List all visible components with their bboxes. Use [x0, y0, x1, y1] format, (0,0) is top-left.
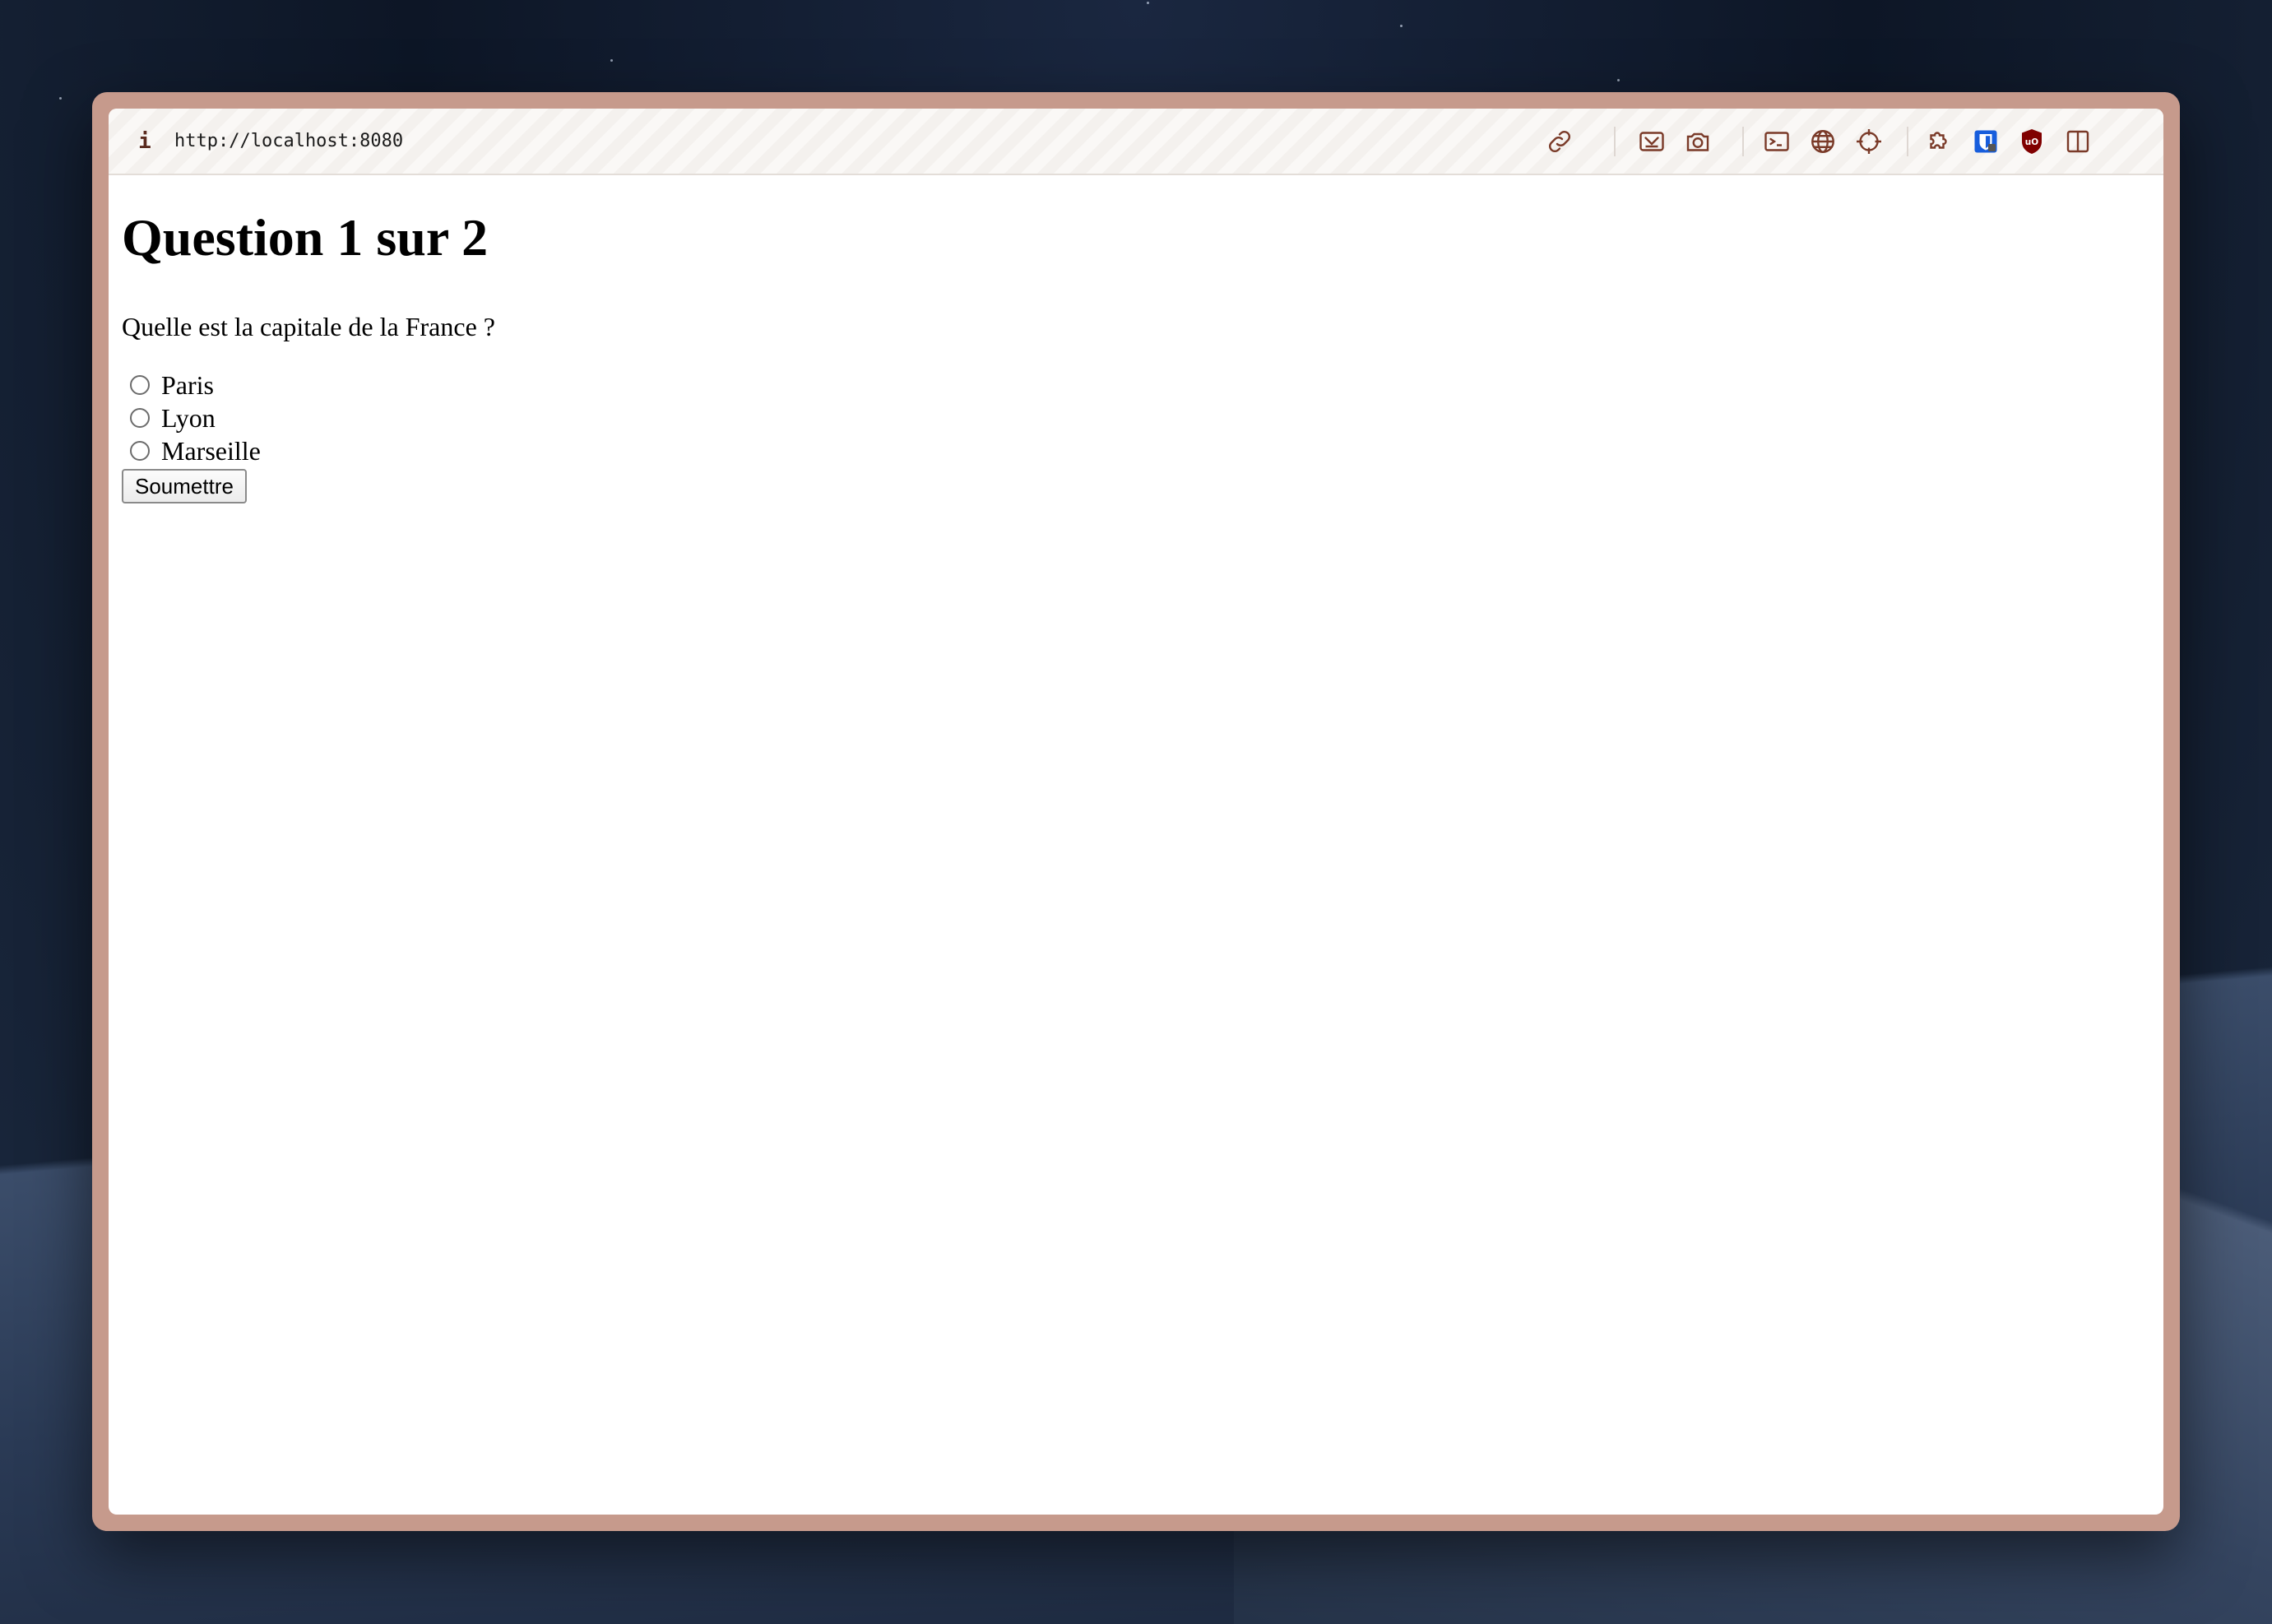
desktop-star — [1400, 25, 1403, 27]
answer-option-lyon[interactable]: Lyon — [122, 401, 261, 434]
page-content: Question 1 sur 2 Quelle est la capitale … — [122, 175, 2163, 1515]
answer-label: Marseille — [161, 435, 261, 466]
desktop-star — [1147, 2, 1149, 4]
answer-label: Paris — [161, 369, 214, 400]
link-icon[interactable] — [1545, 127, 1574, 156]
radio-button[interactable] — [130, 408, 150, 428]
address-bar[interactable]: http://localhost:8080 — [174, 125, 403, 158]
answer-label: Lyon — [161, 402, 216, 433]
browser-viewport: i http://localhost:8080 uO Question 1 su… — [109, 109, 2163, 1515]
globe-icon[interactable] — [1808, 127, 1838, 156]
browser-toolbar: i http://localhost:8080 uO — [109, 109, 2163, 175]
page-title: Question 1 sur 2 — [122, 208, 489, 267]
camera-icon[interactable] — [1683, 127, 1713, 156]
desktop-star — [610, 59, 613, 62]
answer-option-marseille[interactable]: Marseille — [122, 434, 261, 467]
terminal-icon[interactable] — [1762, 127, 1792, 156]
toolbar-divider — [1614, 127, 1616, 156]
bitwarden-icon[interactable] — [1971, 127, 2001, 156]
desktop-star — [59, 97, 62, 100]
ublock-badge-text: uO — [2025, 137, 2038, 147]
toolbar-divider — [1742, 127, 1744, 156]
extensions-puzzle-icon[interactable] — [1925, 127, 1954, 156]
answer-option-paris[interactable]: Paris — [122, 369, 261, 401]
answer-options: Paris Lyon Marseille — [122, 369, 261, 467]
browser-window: i http://localhost:8080 uO Question 1 su… — [92, 92, 2180, 1531]
radio-button[interactable] — [130, 375, 150, 395]
ublock-origin-icon[interactable]: uO — [2017, 127, 2047, 156]
site-info-icon[interactable]: i — [133, 125, 156, 158]
crosshair-icon[interactable] — [1854, 127, 1884, 156]
sidebar-toggle-icon[interactable] — [2063, 127, 2093, 156]
radio-button[interactable] — [130, 441, 150, 461]
desktop-star — [1617, 79, 1620, 81]
question-text: Quelle est la capitale de la France ? — [122, 312, 495, 341]
screenshot-area-icon[interactable] — [1637, 127, 1667, 156]
toolbar-divider — [1907, 127, 1908, 156]
submit-button[interactable]: Soumettre — [122, 469, 247, 503]
